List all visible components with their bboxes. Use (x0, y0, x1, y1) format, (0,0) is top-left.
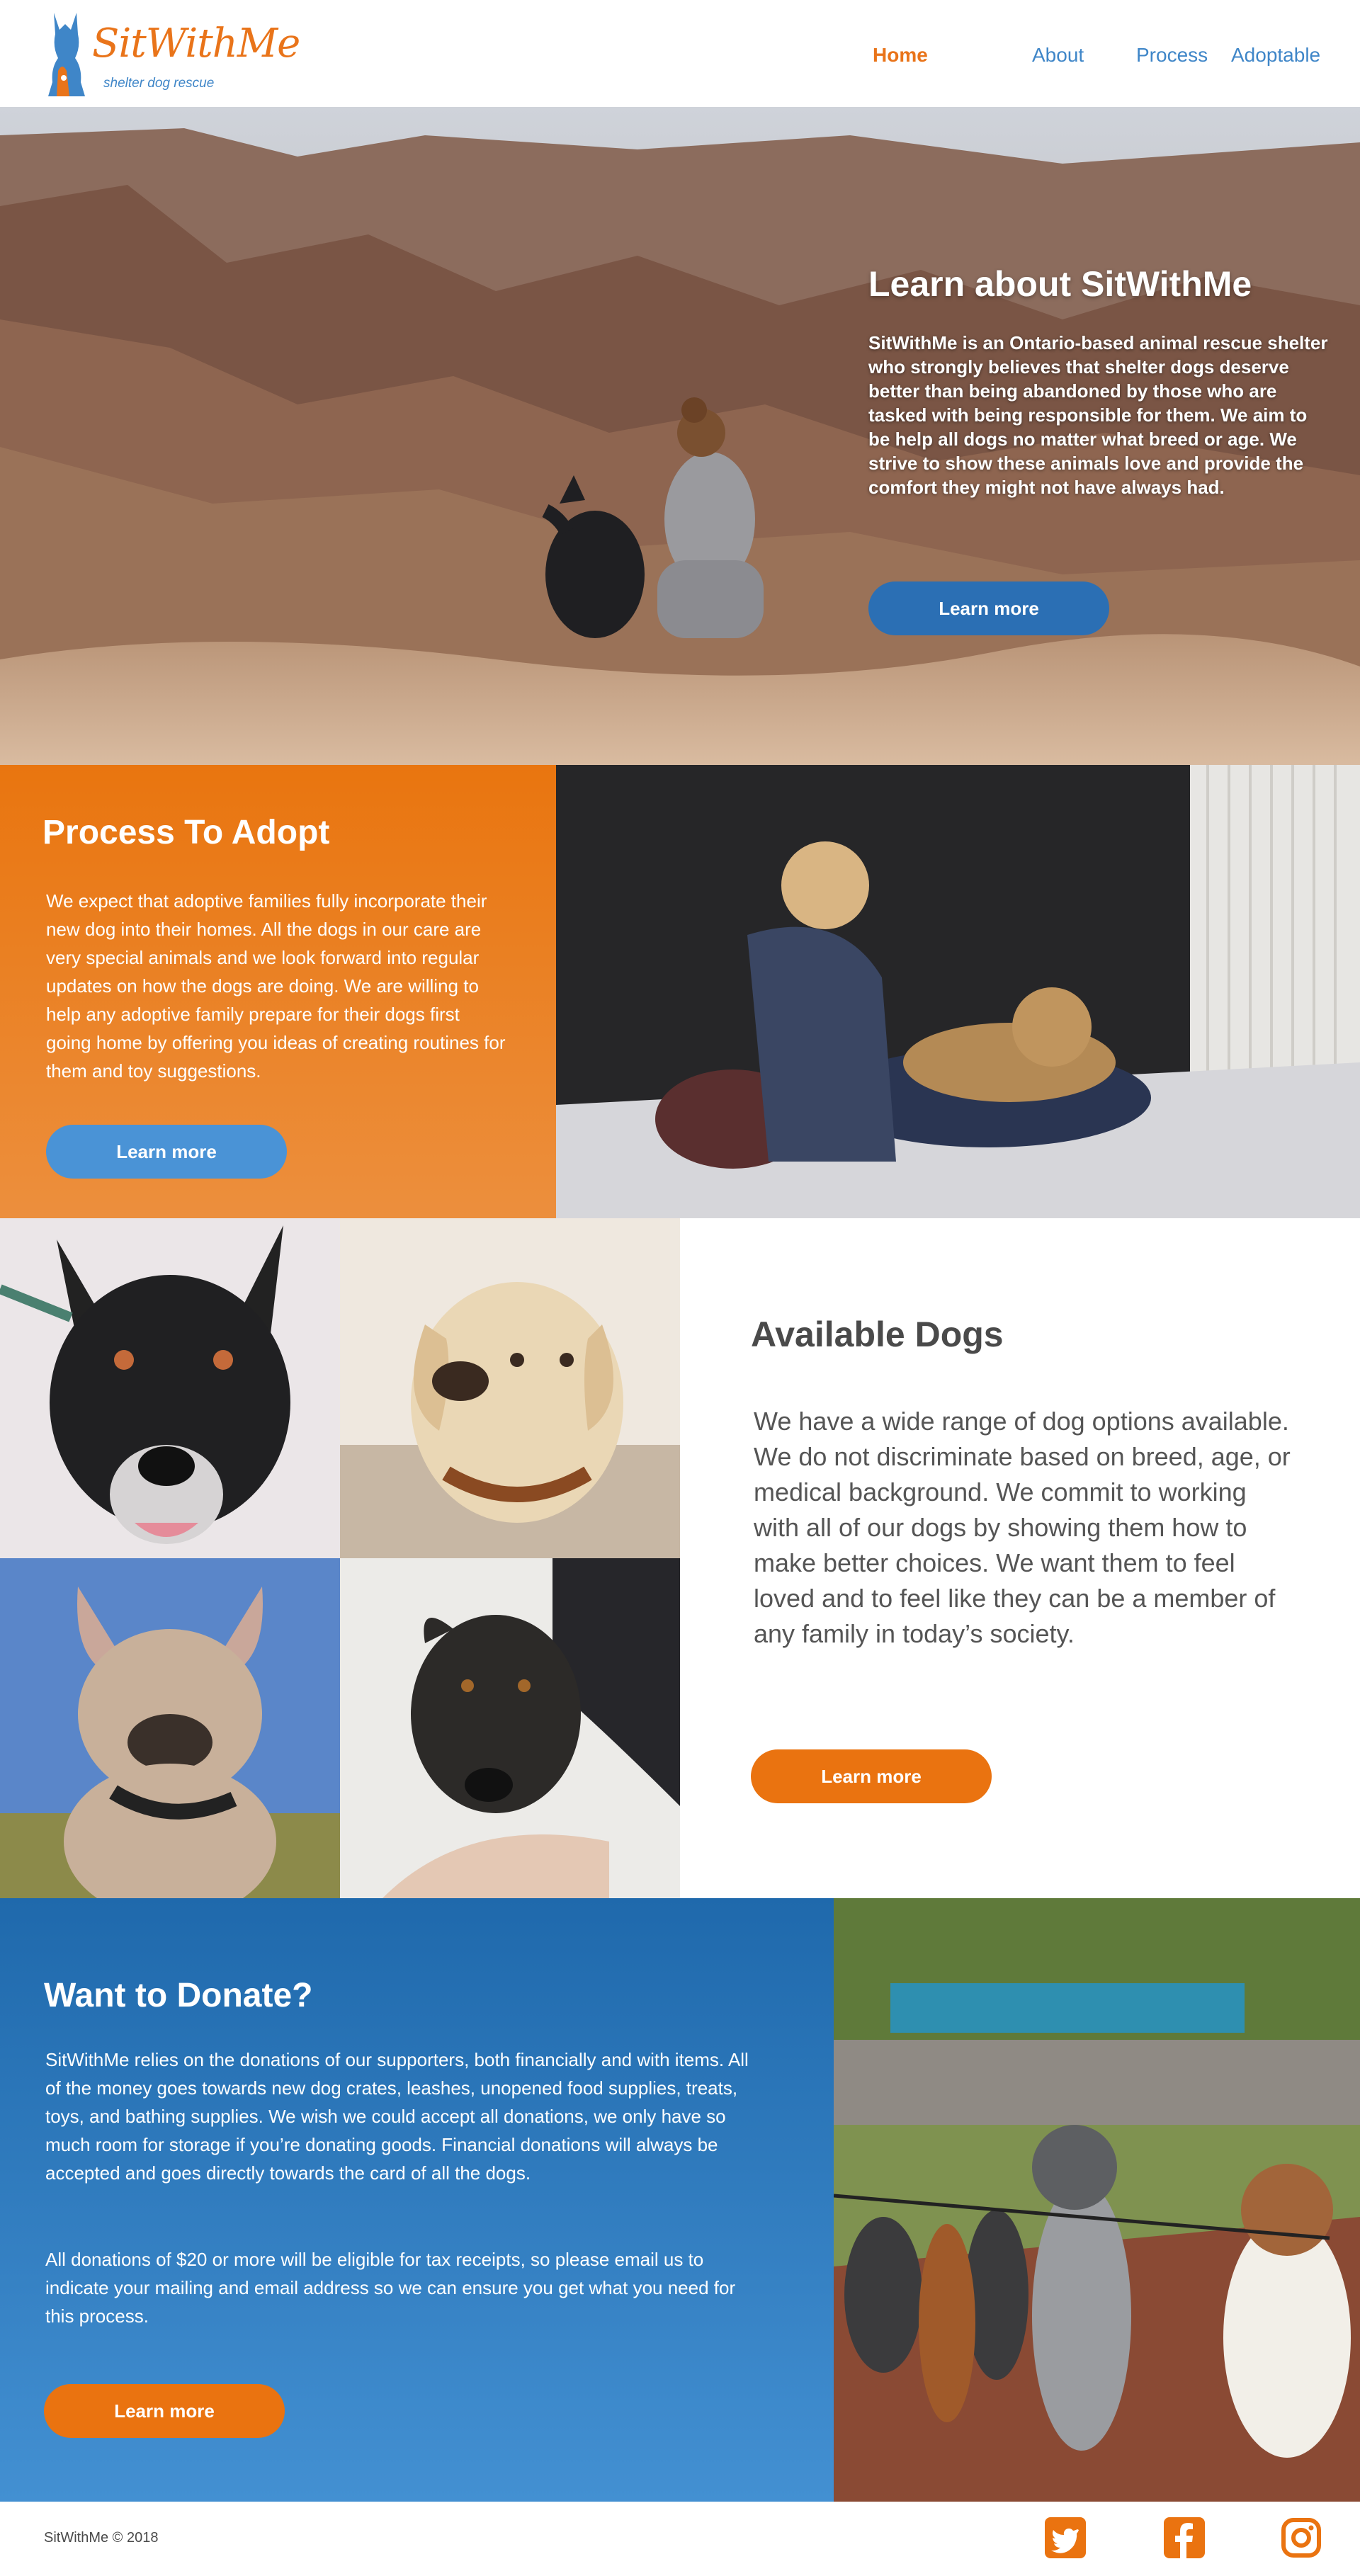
available-dogs-title: Available Dogs (751, 1315, 1004, 1354)
hero-title: Learn about SitWithMe (868, 264, 1252, 304)
logo-tagline: shelter dog rescue (103, 76, 215, 91)
dog-logo-icon (48, 13, 85, 96)
child-with-dog-photo (556, 765, 1360, 1218)
dog-photo-labrador (340, 1218, 680, 1558)
dog-photo-french-bulldog (0, 1558, 340, 1898)
hero-learn-more-button[interactable]: Learn more (868, 581, 1109, 635)
hero-section: Learn about SitWithMe SitWithMe is an On… (0, 107, 1360, 765)
process-body: We expect that adoptive families fully i… (46, 890, 506, 1082)
donate-title: Want to Donate? (44, 1977, 313, 2014)
dogs-photo-grid (0, 1218, 680, 1898)
donate-paragraph-1: SitWithMe relies on the donations of our… (45, 2049, 749, 2184)
main-nav: Home About Process Adoptable (864, 44, 1360, 72)
copyright-text: SitWithMe © 2018 (44, 2530, 159, 2546)
process-section: Process To Adopt We expect that adoptive… (0, 765, 556, 1218)
site-footer: SitWithMe © 2018 (0, 2502, 1360, 2576)
dog-photo-husky-mix (0, 1218, 340, 1558)
logo-wordmark: SitWithMe (92, 21, 300, 67)
nav-process[interactable]: Process (1136, 44, 1208, 67)
donate-section: Want to Donate? SitWithMe relies on the … (0, 1898, 834, 2502)
nav-about[interactable]: About (1032, 44, 1084, 67)
hero-body: SitWithMe is an Ontario-based animal res… (868, 331, 1328, 498)
donate-paragraph-2: All donations of $20 or more will be eli… (45, 2249, 736, 2327)
dogs-learn-more-button[interactable]: Learn more (751, 1749, 992, 1803)
hero-text: Learn about SitWithMe SitWithMe is an On… (868, 264, 1329, 499)
twitter-icon[interactable] (1045, 2517, 1086, 2558)
site-header: SitWithMe shelter dog rescue Home About … (0, 0, 1360, 107)
nav-home[interactable]: Home (873, 44, 928, 67)
dog-photo-black-mix (340, 1558, 680, 1898)
process-title: Process To Adopt (42, 814, 330, 851)
donate-learn-more-button[interactable]: Learn more (44, 2384, 285, 2438)
facebook-icon[interactable] (1164, 2517, 1205, 2558)
process-learn-more-button[interactable]: Learn more (46, 1125, 287, 1179)
nav-adoptable[interactable]: Adoptable (1231, 44, 1320, 67)
dogs-on-leashes-photo (834, 1898, 1360, 2502)
instagram-icon[interactable] (1281, 2517, 1322, 2558)
available-dogs-body: We have a wide range of dog options avai… (754, 1407, 1291, 1648)
available-dogs-section: Available Dogs We have a wide range of d… (680, 1218, 1360, 1898)
logo[interactable]: SitWithMe shelter dog rescue (44, 8, 300, 99)
